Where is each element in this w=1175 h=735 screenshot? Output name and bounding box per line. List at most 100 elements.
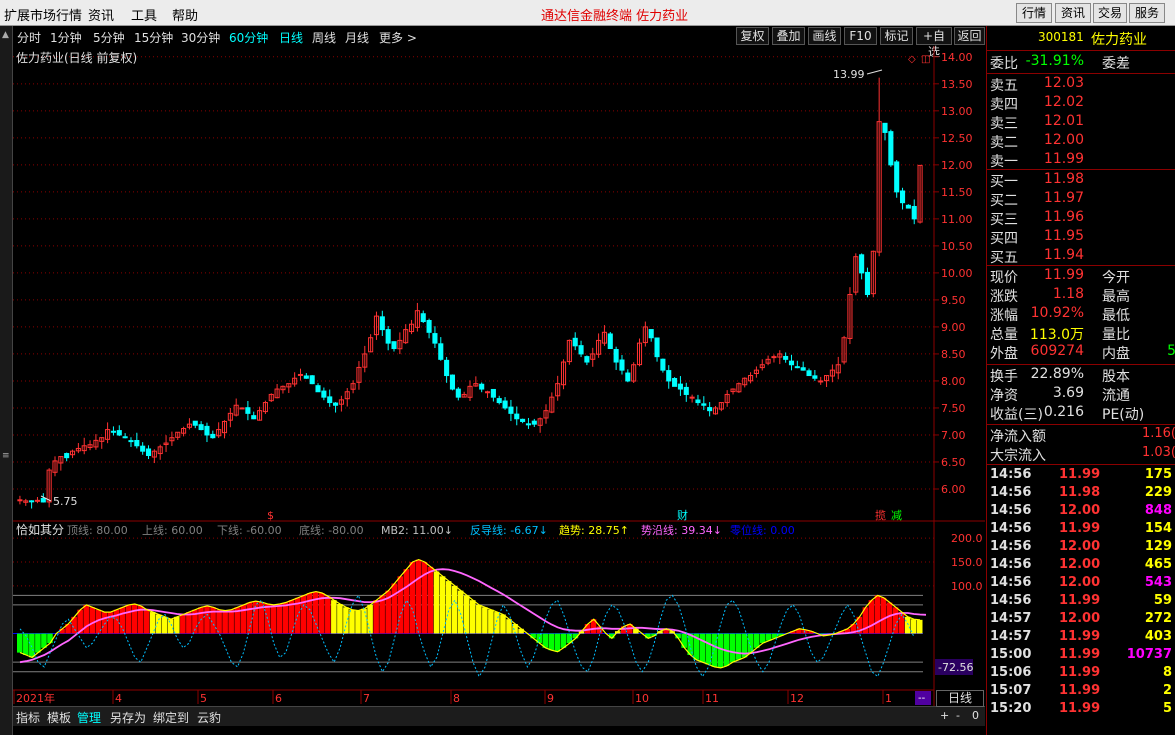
candle-body[interactable] bbox=[672, 378, 678, 387]
back-button[interactable]: 返回 bbox=[954, 27, 985, 45]
tab-save-as[interactable]: 另存为 bbox=[110, 709, 146, 726]
restore-rights-button[interactable]: 复权 bbox=[736, 27, 769, 45]
candle-body[interactable] bbox=[444, 359, 450, 377]
candle-body[interactable] bbox=[140, 445, 146, 452]
candle-body[interactable] bbox=[806, 370, 812, 377]
candle-body[interactable] bbox=[905, 204, 911, 209]
candle-body[interactable] bbox=[707, 407, 713, 412]
ask-row[interactable]: 卖二 12.00 bbox=[987, 132, 1175, 151]
menu-news[interactable]: 资讯 bbox=[88, 5, 114, 24]
candle-body[interactable] bbox=[333, 402, 339, 406]
candle-body[interactable] bbox=[490, 388, 496, 398]
candle-body[interactable] bbox=[64, 453, 70, 459]
candle-body[interactable] bbox=[122, 436, 128, 439]
candle-body[interactable] bbox=[578, 345, 584, 355]
bid-row[interactable]: 买三 11.96 bbox=[987, 209, 1175, 228]
candle-body[interactable] bbox=[894, 161, 900, 193]
candle-body[interactable] bbox=[695, 399, 701, 404]
draw-line-button[interactable]: 画线 bbox=[808, 27, 841, 45]
mark-button[interactable]: 标记 bbox=[880, 27, 913, 45]
candle-body[interactable] bbox=[888, 131, 894, 166]
candle-body[interactable] bbox=[771, 356, 777, 359]
candle-body[interactable] bbox=[379, 316, 385, 331]
candle-body[interactable] bbox=[654, 337, 660, 358]
quotes-button[interactable]: 行情 bbox=[1016, 3, 1052, 23]
period-30min[interactable]: 30分钟 bbox=[181, 29, 220, 46]
overlay-button[interactable]: 叠加 bbox=[772, 27, 805, 45]
news-button[interactable]: 资讯 bbox=[1055, 3, 1091, 23]
candle-body[interactable] bbox=[420, 313, 426, 323]
period-1min[interactable]: 1分钟 bbox=[50, 29, 82, 46]
ask-row[interactable]: 卖三 12.01 bbox=[987, 113, 1175, 132]
candle-body[interactable] bbox=[911, 205, 917, 220]
period-15min[interactable]: 15分钟 bbox=[134, 29, 173, 46]
candle-body[interactable] bbox=[192, 420, 198, 426]
candle-body[interactable] bbox=[859, 254, 865, 274]
candle-body[interactable] bbox=[17, 499, 23, 502]
candle-body[interactable] bbox=[449, 374, 456, 390]
candle-body[interactable] bbox=[525, 423, 531, 426]
tab-template[interactable]: 模板 bbox=[47, 709, 71, 726]
period-60min[interactable]: 60分钟 bbox=[229, 29, 268, 46]
candle-body[interactable] bbox=[321, 390, 327, 398]
candle-body[interactable] bbox=[484, 391, 491, 394]
kline-chart[interactable]: 14.00 13.50 13.00 12.50 12.00 11.50 11.00 10.50… bbox=[13, 46, 985, 706]
candle-body[interactable] bbox=[625, 372, 631, 382]
dividend-marker[interactable]: $ bbox=[267, 509, 274, 522]
candle-body[interactable] bbox=[479, 383, 485, 390]
candle-body[interactable] bbox=[34, 499, 41, 502]
candle-body[interactable] bbox=[899, 190, 906, 204]
candle-body[interactable] bbox=[239, 407, 245, 410]
candle-body[interactable] bbox=[385, 329, 391, 344]
bid-row[interactable]: 买四 11.95 bbox=[987, 228, 1175, 247]
financial-marker[interactable]: 财 bbox=[677, 508, 688, 522]
period-timeshare[interactable]: 分时 bbox=[17, 29, 41, 46]
candle-body[interactable] bbox=[689, 396, 695, 399]
candle-body[interactable] bbox=[303, 375, 309, 379]
candle-body[interactable] bbox=[584, 356, 590, 363]
candlesticks[interactable] bbox=[17, 77, 923, 509]
candle-body[interactable] bbox=[204, 425, 210, 436]
candle-body[interactable] bbox=[882, 122, 888, 133]
diamond-icon[interactable]: ◇ bbox=[908, 54, 916, 65]
tab-manage[interactable]: 管理 bbox=[77, 709, 101, 726]
candle-body[interactable] bbox=[327, 396, 333, 404]
candle-body[interactable] bbox=[245, 407, 251, 414]
candle-body[interactable] bbox=[800, 367, 806, 371]
menu-extended-market[interactable]: 扩展市场行情 bbox=[4, 5, 82, 24]
service-button[interactable]: 服务 bbox=[1129, 3, 1165, 23]
candle-body[interactable] bbox=[110, 430, 116, 433]
ask-row[interactable]: 卖五 12.03 bbox=[987, 75, 1175, 94]
window-icon[interactable]: ◫ bbox=[921, 54, 930, 65]
candle-body[interactable] bbox=[783, 355, 789, 360]
candle-body[interactable] bbox=[198, 424, 204, 431]
indicator-name[interactable]: 恰如其分 bbox=[16, 522, 64, 537]
period-5min[interactable]: 5分钟 bbox=[93, 29, 125, 46]
candle-body[interactable] bbox=[677, 383, 683, 390]
zoom-out-button[interactable]: - bbox=[956, 709, 960, 722]
candle-body[interactable] bbox=[666, 370, 672, 382]
candle-body[interactable] bbox=[432, 333, 438, 344]
candle-body[interactable] bbox=[531, 420, 537, 425]
candle-body[interactable] bbox=[812, 375, 818, 379]
period-more[interactable]: 更多 > bbox=[379, 29, 417, 46]
candle-body[interactable] bbox=[508, 406, 514, 414]
candle-body[interactable] bbox=[683, 386, 689, 395]
candle-body[interactable] bbox=[607, 333, 613, 350]
candle-body[interactable] bbox=[309, 375, 315, 385]
trade-button[interactable]: 交易 bbox=[1093, 3, 1127, 23]
tab-cloud[interactable]: 云豹 bbox=[197, 709, 221, 726]
candle-body[interactable] bbox=[701, 403, 707, 406]
candle-body[interactable] bbox=[572, 337, 578, 347]
candle-body[interactable] bbox=[648, 329, 654, 339]
bid-row[interactable]: 买五 11.94 bbox=[987, 247, 1175, 266]
bid-row[interactable]: 买一 11.98 bbox=[987, 171, 1175, 190]
candle-body[interactable] bbox=[145, 448, 152, 456]
candle-body[interactable] bbox=[297, 373, 304, 376]
candle-body[interactable] bbox=[619, 359, 625, 371]
candle-body[interactable] bbox=[315, 385, 321, 393]
candle-body[interactable] bbox=[116, 430, 122, 436]
candle-body[interactable] bbox=[134, 439, 140, 447]
candle-body[interactable] bbox=[660, 358, 666, 371]
left-scroll-strip[interactable]: ▲ ≡ bbox=[0, 26, 13, 735]
